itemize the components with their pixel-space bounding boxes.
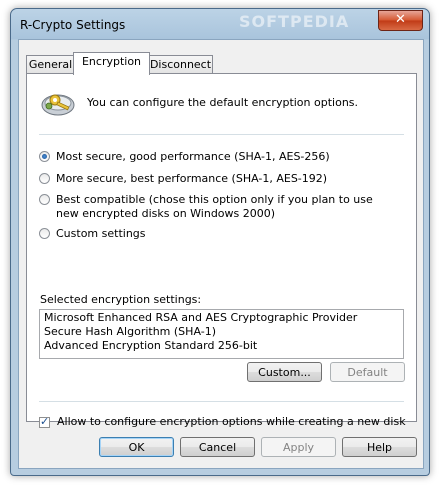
custom-button[interactable]: Custom...: [247, 362, 322, 382]
allow-configure-checkbox[interactable]: [39, 415, 50, 428]
radio-custom[interactable]: [39, 228, 50, 239]
help-button[interactable]: Help: [342, 437, 417, 457]
close-button[interactable]: ✕: [378, 10, 423, 31]
dialog-client-area: General Encryption Disconnect You can co…: [18, 39, 424, 469]
header-description: You can configure the default encryption…: [87, 96, 359, 109]
tab-disconnect[interactable]: Disconnect: [148, 55, 213, 74]
tab-encryption[interactable]: Encryption: [73, 52, 150, 75]
option-label: Custom settings: [56, 227, 146, 240]
allow-configure-label: Allow to configure encryption options wh…: [57, 415, 406, 428]
settings-window: R-Crypto Settings SOFTPEDIA ✕ General En…: [10, 8, 430, 476]
watermark: SOFTPEDIA: [239, 12, 350, 31]
radio-most-secure[interactable]: [39, 151, 50, 162]
cancel-button[interactable]: Cancel: [180, 437, 255, 457]
close-icon: ✕: [395, 12, 406, 27]
encryption-panel: You can configure the default encryption…: [26, 73, 417, 428]
ok-button[interactable]: OK: [99, 437, 174, 457]
selected-settings-list[interactable]: Microsoft Enhanced RSA and AES Cryptogra…: [39, 309, 404, 359]
list-item: Microsoft Enhanced RSA and AES Cryptogra…: [44, 311, 358, 324]
radio-more-secure[interactable]: [39, 173, 50, 184]
radio-best-compatible[interactable]: [39, 194, 50, 205]
option-label-line2: new encrypted disks on Windows 2000): [56, 207, 276, 220]
keys-lock-icon: [41, 94, 75, 116]
header-separator: [39, 134, 404, 135]
list-item: Secure Hash Algorithm (SHA-1): [44, 325, 216, 338]
default-button[interactable]: Default: [330, 362, 405, 382]
tab-general[interactable]: General: [26, 55, 75, 74]
option-label: Best compatible (chose this option only …: [56, 193, 373, 206]
option-label: Most secure, good performance (SHA-1, AE…: [56, 150, 330, 163]
apply-button[interactable]: Apply: [261, 437, 336, 457]
footer-separator: [39, 401, 404, 402]
list-item: Advanced Encryption Standard 256-bit: [44, 339, 258, 352]
selected-settings-label: Selected encryption settings:: [40, 293, 202, 306]
title-bar[interactable]: R-Crypto Settings SOFTPEDIA ✕: [11, 9, 429, 39]
window-title: R-Crypto Settings: [20, 18, 126, 32]
option-label: More secure, best performance (SHA-1, AE…: [56, 172, 328, 185]
